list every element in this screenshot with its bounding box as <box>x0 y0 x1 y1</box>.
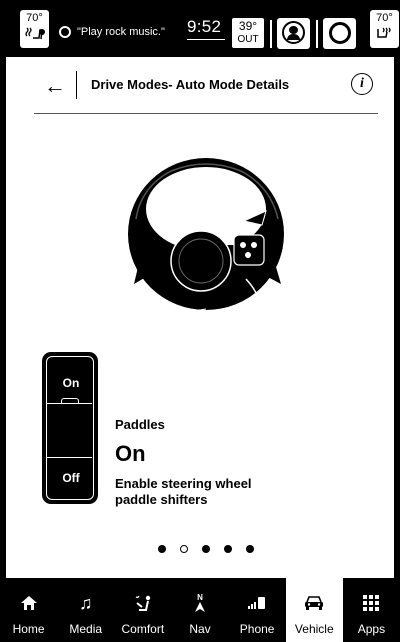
heated-seat-icon <box>376 27 391 38</box>
nav-phone[interactable]: Phone <box>229 578 286 642</box>
comfort-seat-icon <box>114 593 171 613</box>
heated-seat-icon <box>24 27 45 40</box>
voice-prompt-text: "Play rock music." <box>77 26 165 38</box>
nav-apps[interactable]: Apps <box>343 578 400 642</box>
page-dot[interactable] <box>246 545 254 553</box>
outside-temperature: 39° OUT <box>232 18 264 48</box>
page-dot-current[interactable] <box>180 545 188 553</box>
home-icon <box>0 593 57 613</box>
title-separator <box>76 71 77 99</box>
passenger-climate-button[interactable]: 70° <box>370 10 399 48</box>
header-divider <box>34 113 378 114</box>
driver-temp: 70° <box>26 12 43 24</box>
main-panel: ← Drive Modes- Auto Mode Details i On Of… <box>6 57 394 578</box>
voice-assistant-prompt[interactable]: "Play rock music." <box>59 26 165 38</box>
back-arrow-icon[interactable]: ← <box>44 75 66 97</box>
toggle-off-label[interactable]: Off <box>47 471 95 485</box>
driver-climate-button[interactable]: 70° <box>20 10 49 48</box>
nav-home[interactable]: Home <box>0 578 57 642</box>
page-dot[interactable] <box>224 545 232 553</box>
paddles-toggle-switch[interactable]: On Off <box>42 352 98 504</box>
assistant-ring-icon <box>329 22 351 44</box>
page-title: Drive Modes- Auto Mode Details <box>91 77 290 92</box>
nav-vehicle[interactable]: Vehicle <box>285 578 343 642</box>
status-bar: 70° "Play rock music." 9:52 39° OUT 70° <box>0 0 400 57</box>
music-note-icon: ♫ <box>78 592 93 613</box>
page-dot[interactable] <box>202 545 210 553</box>
nav-nav[interactable]: N Nav <box>171 578 228 642</box>
clock-underline <box>187 39 225 40</box>
clock: 9:52 <box>187 17 222 36</box>
nav-media[interactable]: ♫ Media <box>57 578 114 642</box>
feature-status: On <box>115 441 146 466</box>
outside-temp-label: OUT <box>237 34 259 45</box>
info-icon[interactable]: i <box>351 73 373 95</box>
passenger-temp: 70° <box>376 12 393 24</box>
apps-grid-icon <box>343 593 400 613</box>
page-indicator <box>158 545 254 553</box>
feature-description: Enable steering wheel paddle shifters <box>115 476 252 507</box>
voice-ring-icon <box>59 26 71 38</box>
page-dot[interactable] <box>158 545 166 553</box>
car-icon <box>286 593 343 613</box>
status-divider <box>316 20 318 48</box>
assistant-button[interactable] <box>323 18 356 49</box>
steering-wheel-illustration <box>128 158 284 311</box>
nav-comfort[interactable]: Comfort <box>114 578 171 642</box>
phone-signal-icon <box>229 593 286 613</box>
status-divider <box>270 20 272 48</box>
toggle-on-label[interactable]: On <box>47 376 95 390</box>
bottom-nav: Home ♫ Media Comfort N Nav Phone Vehicle… <box>0 578 400 642</box>
profile-button[interactable] <box>277 18 310 49</box>
navigation-arrow-icon: N <box>171 593 228 613</box>
feature-name: Paddles <box>115 417 165 432</box>
outside-temp-value: 39° <box>238 19 258 33</box>
